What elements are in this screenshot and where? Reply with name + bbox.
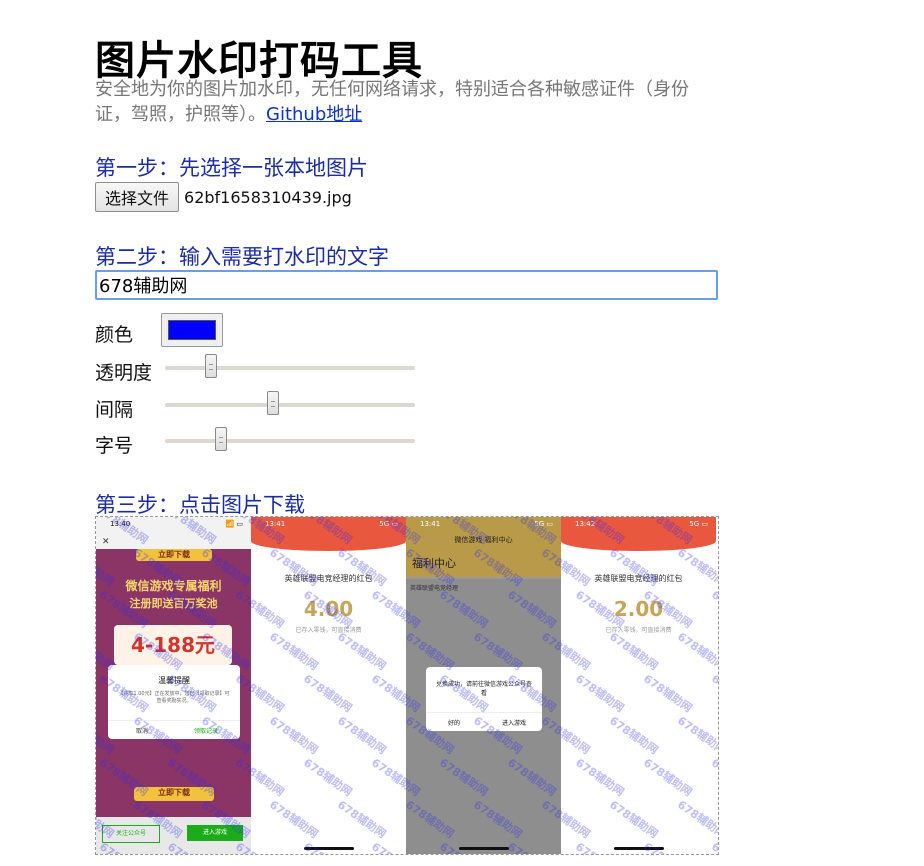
gift-amount: 4.00 — [303, 597, 354, 621]
color-swatch — [168, 320, 216, 340]
watermarked-image-preview[interactable]: 13:40 📶 ▭ ✕ 立即下载 微信游戏专属福利 注册即送百万奖池 4-188元… — [95, 516, 719, 855]
download-banner-bottom: 立即下载 — [134, 787, 214, 801]
gift-note: 已存入零钱，可直接消费 — [605, 627, 672, 634]
dialog-title: 温馨提醒 — [158, 676, 190, 685]
tab-label: 英雄联盟电竞经理 — [410, 585, 459, 592]
selected-file-name: 62bf1658310439.jpg — [184, 187, 352, 207]
gift-note: 已存入零钱，可直接消费 — [295, 627, 362, 634]
step2-label: 第二步：输入需要打水印的文字 — [95, 245, 389, 269]
choose-file-button[interactable]: 选择文件 — [95, 182, 180, 212]
file-picker: 选择文件 62bf1658310439.jpg — [95, 182, 352, 212]
gift-title: 英雄联盟电竞经理的红包 — [284, 574, 373, 583]
spacing-slider-thumb[interactable] — [267, 391, 279, 415]
notice-dialog: 温馨提醒 【共享1.00元】正在发放中，您已【领取记录】可查看奖励实况。 取消 … — [108, 665, 240, 739]
dialog-ok: 好的 — [448, 720, 461, 727]
step3-label: 第三步：点击图片下载 — [95, 493, 305, 517]
watermark-text-input[interactable] — [95, 270, 718, 300]
dialog-confirm: 领取记录 — [193, 728, 218, 735]
status-time: 13:41 — [420, 520, 441, 528]
color-picker[interactable] — [161, 313, 223, 347]
dialog-body: 兑换成功，请前往微信游戏公众号查看 — [435, 681, 532, 697]
download-banner-top: 立即下载 — [136, 549, 212, 561]
fontsize-label: 字号 — [95, 435, 134, 457]
promo-line-1: 微信游戏专属福利 — [125, 579, 222, 593]
spacing-slider[interactable] — [165, 391, 415, 415]
page-heading: 福利中心 — [412, 557, 456, 570]
page-description: 安全地为你的图片加水印，无任何网络请求，特别适合各种敏感证件（身份证，驾照，护照… — [95, 77, 695, 127]
status-time: 13:41 — [265, 520, 286, 528]
enter-game-button: 进入游戏 — [187, 825, 243, 841]
screenshot-3: 13:41 5G ▭ 微信游戏 福利中心 福利中心 英雄联盟电竞经理 兑换成功，请… — [406, 517, 561, 854]
color-label: 颜色 — [95, 324, 134, 346]
status-time: 13:42 — [575, 520, 596, 528]
dialog-enter-game: 进入游戏 — [501, 720, 526, 727]
promo-amount: 4-188元 — [114, 625, 232, 665]
github-link[interactable]: Github地址 — [266, 104, 362, 125]
screenshot-2: 13:41 5G ▭ 英雄联盟电竞经理的红包 4.00 已存入零钱，可直接消费 — [251, 517, 406, 854]
fontsize-slider-thumb[interactable] — [215, 427, 227, 451]
step1-label: 第一步：先选择一张本地图片 — [95, 156, 368, 180]
follow-button: 关注公众号 — [102, 825, 160, 843]
screenshot-1: 13:40 📶 ▭ ✕ 立即下载 微信游戏专属福利 注册即送百万奖池 4-188元… — [96, 517, 251, 854]
screenshot-4: 13:42 5G ▭ 英雄联盟电竞经理的红包 2.00 已存入零钱，可直接消费 — [561, 517, 716, 854]
success-dialog: 兑换成功，请前往微信游戏公众号查看 好的 进入游戏 — [426, 667, 542, 731]
dialog-cancel: 取消 — [136, 728, 149, 735]
opacity-slider-thumb[interactable] — [205, 354, 217, 378]
nav-title: 微信游戏 福利中心 — [454, 536, 513, 544]
gift-amount: 2.00 — [613, 597, 664, 621]
gift-title: 英雄联盟电竞经理的红包 — [594, 574, 683, 583]
description-text: 安全地为你的图片加水印，无任何网络请求，特别适合各种敏感证件（身份证，驾照，护照… — [95, 79, 689, 125]
close-icon: ✕ — [102, 537, 110, 547]
promo-line-2: 注册即送百万奖池 — [129, 597, 218, 610]
spacing-label: 间隔 — [95, 399, 134, 421]
opacity-slider[interactable] — [165, 354, 415, 378]
dialog-body: 【共享1.00元】正在发放中，您已【领取记录】可查看奖励实况。 — [118, 691, 230, 704]
opacity-label: 透明度 — [95, 362, 153, 384]
fontsize-slider[interactable] — [165, 427, 415, 451]
status-time: 13:40 — [110, 520, 131, 528]
